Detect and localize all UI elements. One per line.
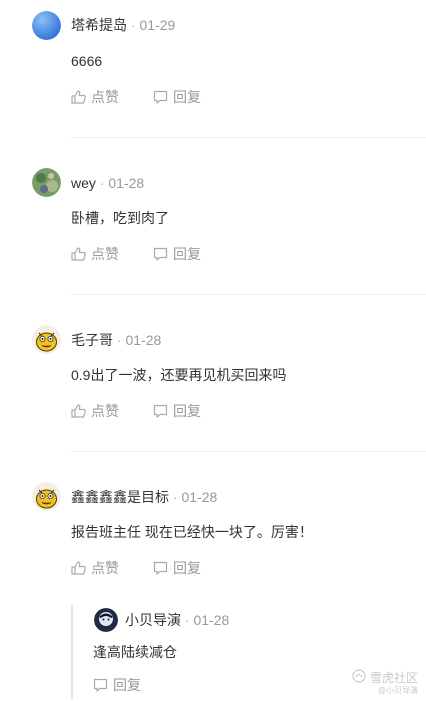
- watermark: 雪虎社区 @小贝导演: [352, 669, 418, 696]
- like-label: 点赞: [91, 89, 119, 105]
- header-separator: ·: [95, 175, 109, 191]
- comment-date: 01-28: [108, 175, 145, 191]
- reply-text: 逢高陆续减仓: [93, 644, 177, 660]
- thumbs-up-icon: [71, 561, 86, 575]
- reply-button[interactable]: 回复: [153, 559, 201, 577]
- comment-author[interactable]: 鑫鑫鑫鑫是目标: [71, 489, 169, 505]
- reply-button[interactable]: 回复: [153, 245, 201, 263]
- comment-date: 01-28: [125, 332, 162, 348]
- thumbs-up-icon: [71, 404, 86, 418]
- header-separator: ·: [127, 17, 140, 33]
- thumbs-up-icon: [71, 90, 86, 104]
- reply-label: 回复: [173, 560, 201, 576]
- like-button[interactable]: 点赞: [71, 402, 119, 420]
- reply-label: 回复: [113, 677, 141, 693]
- like-label: 点赞: [91, 403, 119, 419]
- reply-author[interactable]: 小贝导演: [125, 612, 181, 628]
- comment-date: 01-28: [181, 489, 218, 505]
- avatar[interactable]: [32, 168, 61, 197]
- header-separator: ·: [181, 612, 194, 628]
- comment-bubble-icon: [153, 247, 168, 261]
- comment-author[interactable]: 毛子哥: [71, 332, 113, 348]
- comment-text: 卧槽，吃到肉了: [71, 210, 169, 226]
- avatar[interactable]: [94, 608, 118, 632]
- watermark-text: 雪虎社区: [369, 670, 418, 685]
- comment-author[interactable]: wey: [71, 175, 96, 191]
- reply-label: 回复: [173, 246, 201, 262]
- comment-bubble-icon: [153, 90, 168, 104]
- comment-author[interactable]: 塔希提岛: [71, 17, 127, 33]
- avatar[interactable]: [32, 11, 61, 40]
- reply-date: 01-28: [193, 612, 230, 628]
- avatar[interactable]: [32, 325, 61, 354]
- comment-text: 6666: [71, 53, 103, 69]
- reply-button[interactable]: 回复: [153, 402, 201, 420]
- reply-label: 回复: [173, 89, 201, 105]
- reply-button[interactable]: 回复: [153, 88, 201, 106]
- like-button[interactable]: 点赞: [71, 245, 119, 263]
- thumbs-up-icon: [71, 247, 86, 261]
- reply-button[interactable]: 回复: [93, 676, 141, 694]
- comment-bubble-icon: [153, 561, 168, 575]
- like-button[interactable]: 点赞: [71, 559, 119, 577]
- comment-date: 01-29: [139, 17, 176, 33]
- header-separator: ·: [169, 489, 182, 505]
- like-button[interactable]: 点赞: [71, 88, 119, 106]
- watermark-sub: @小贝导演: [377, 686, 418, 695]
- reply-label: 回复: [173, 403, 201, 419]
- comment-bubble-icon: [153, 404, 168, 418]
- like-label: 点赞: [91, 246, 119, 262]
- divider: [71, 294, 426, 295]
- snowball-logo-icon: [352, 669, 366, 686]
- comment-bubble-icon: [93, 678, 108, 692]
- like-label: 点赞: [91, 560, 119, 576]
- divider: [71, 451, 426, 452]
- avatar[interactable]: [32, 482, 61, 511]
- comment-text: 0.9出了一波，还要再见机买回来吗: [71, 367, 287, 383]
- comment-text: 报告班主任 现在已经快一块了。厉害！: [71, 524, 313, 540]
- divider: [71, 137, 426, 138]
- header-separator: ·: [113, 332, 126, 348]
